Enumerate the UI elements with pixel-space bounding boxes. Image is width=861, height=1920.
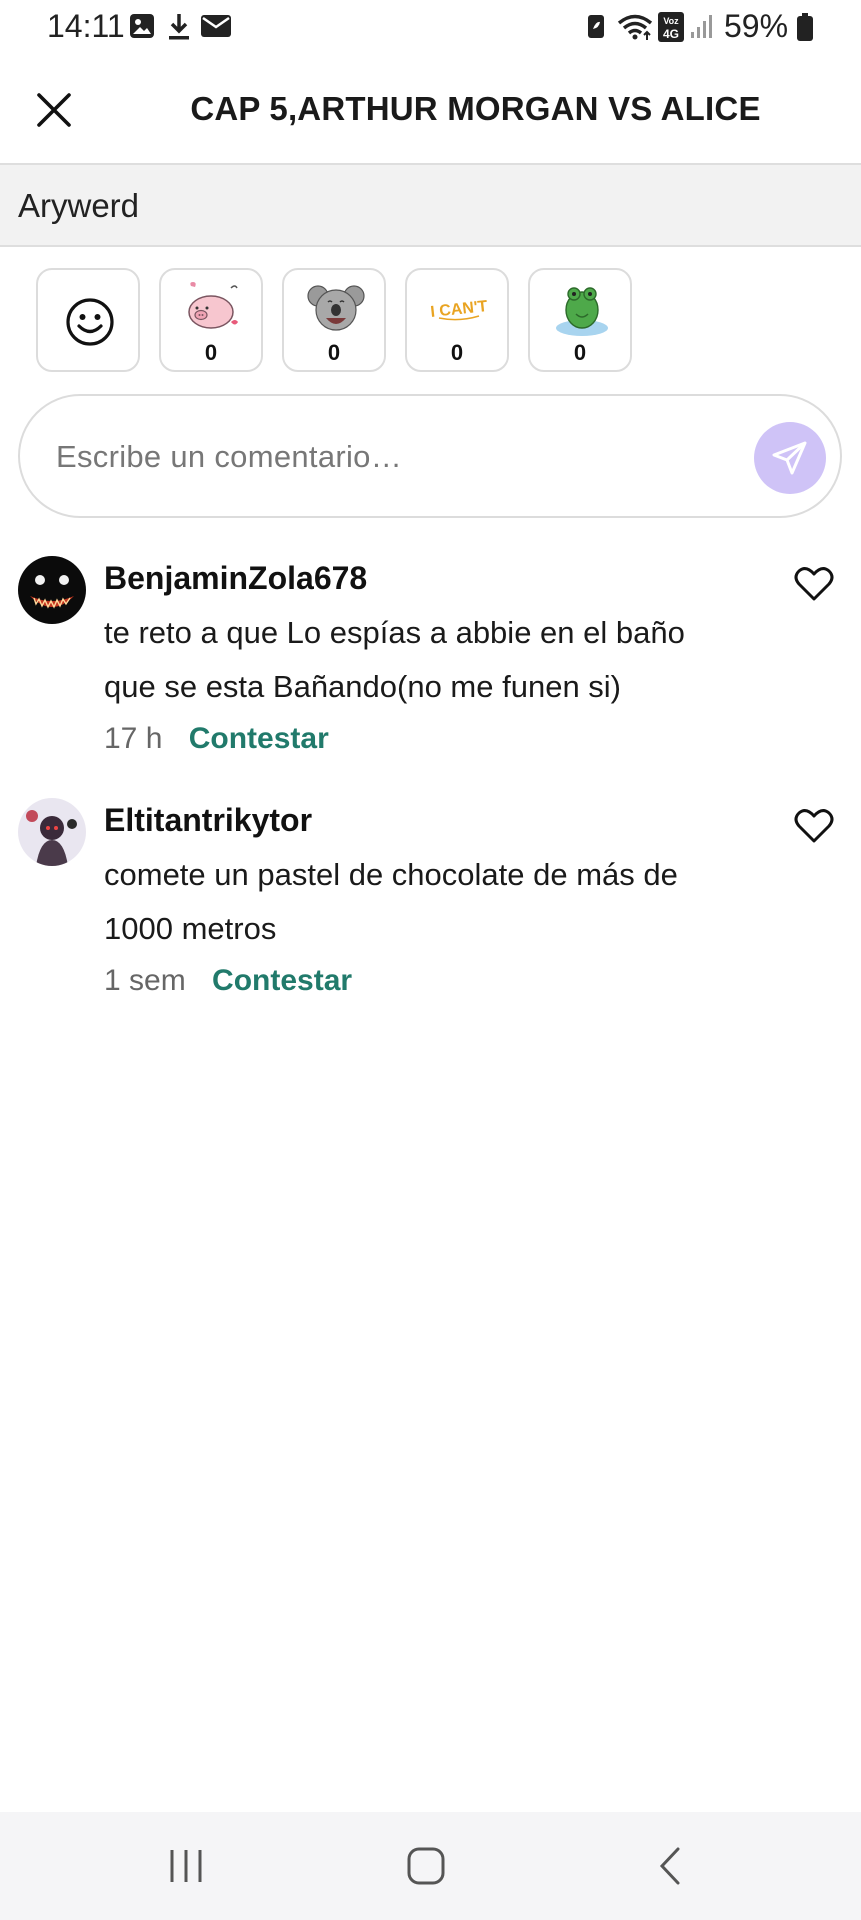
reaction-frog[interactable]: 0	[528, 268, 632, 372]
reply-button[interactable]: Contestar	[212, 964, 352, 997]
recent-apps-button[interactable]	[166, 1846, 206, 1891]
comment-box	[18, 394, 842, 518]
home-button[interactable]	[406, 1846, 446, 1891]
comment-text: te reto a que Lo espías a abbie en el ba…	[104, 615, 685, 704]
page-title: CAP 5,ARTHUR MORGAN VS ALICE	[190, 90, 761, 127]
close-button[interactable]	[26, 84, 82, 140]
author-bar: Arywerd	[0, 163, 861, 247]
back-button[interactable]	[652, 1846, 692, 1891]
comment-username[interactable]: Eltitantrikytor	[104, 802, 312, 839]
back-icon	[659, 1847, 680, 1885]
comment-username[interactable]: BenjaminZola678	[104, 560, 367, 597]
reaction-count: 0	[450, 340, 464, 365]
reaction-i-cant[interactable]: I CAN'T 0	[405, 268, 509, 372]
comment-meta: 17 h Contestar	[104, 722, 329, 756]
reply-button[interactable]: Contestar	[189, 722, 329, 755]
gallery-icon	[128, 12, 156, 45]
reaction-koala[interactable]: 0	[282, 268, 386, 372]
like-button[interactable]	[794, 566, 838, 606]
comment-time: 1 sem	[104, 964, 186, 997]
comment-input[interactable]	[54, 426, 718, 488]
i-cant-sticker: I CAN'T	[430, 298, 489, 321]
avatar[interactable]	[18, 556, 86, 624]
download-icon	[166, 12, 192, 47]
like-button[interactable]	[794, 808, 838, 848]
recent-apps-icon	[170, 1850, 202, 1882]
svg-text:Voz: Voz	[663, 16, 679, 26]
avatar[interactable]	[18, 798, 86, 866]
status-bar: 14:11 Voz 4G 59%	[0, 0, 861, 56]
wifi-icon	[616, 12, 654, 47]
status-time: 14:11	[47, 8, 125, 44]
koala-sticker	[307, 285, 365, 331]
reaction-row: 0 0 I CAN'T 0 0	[36, 268, 632, 372]
frog-sticker	[556, 287, 608, 336]
add-reaction-button[interactable]	[36, 268, 140, 372]
home-icon	[407, 1847, 445, 1885]
comment-text: comete un pastel de chocolate de más de …	[104, 857, 678, 946]
reaction-pig[interactable]: 0	[159, 268, 263, 372]
reaction-count: 0	[327, 340, 341, 365]
volte-icon: Voz 4G	[658, 12, 684, 47]
system-nav-bar	[0, 1812, 861, 1920]
reaction-count: 0	[573, 340, 587, 365]
heart-icon	[794, 567, 834, 601]
smiley-icon	[66, 298, 114, 346]
send-icon	[772, 441, 807, 475]
send-button[interactable]	[754, 422, 826, 494]
comment-meta: 1 sem Contestar	[104, 964, 352, 998]
battery-percent: 59%	[724, 8, 789, 44]
close-icon	[36, 92, 72, 133]
signal-icon	[690, 12, 716, 45]
heart-icon	[794, 809, 834, 843]
comment-time: 17 h	[104, 722, 163, 755]
author-name[interactable]: Arywerd	[18, 187, 139, 225]
svg-text:I CAN'T: I CAN'T	[430, 298, 489, 321]
battery-icon	[796, 12, 814, 47]
header: CAP 5,ARTHUR MORGAN VS ALICE	[0, 56, 861, 162]
svg-text:4G: 4G	[663, 27, 679, 41]
pig-sticker	[188, 282, 238, 329]
mail-icon	[200, 12, 232, 45]
battery-saver-icon	[586, 12, 606, 45]
reaction-count: 0	[204, 340, 218, 365]
